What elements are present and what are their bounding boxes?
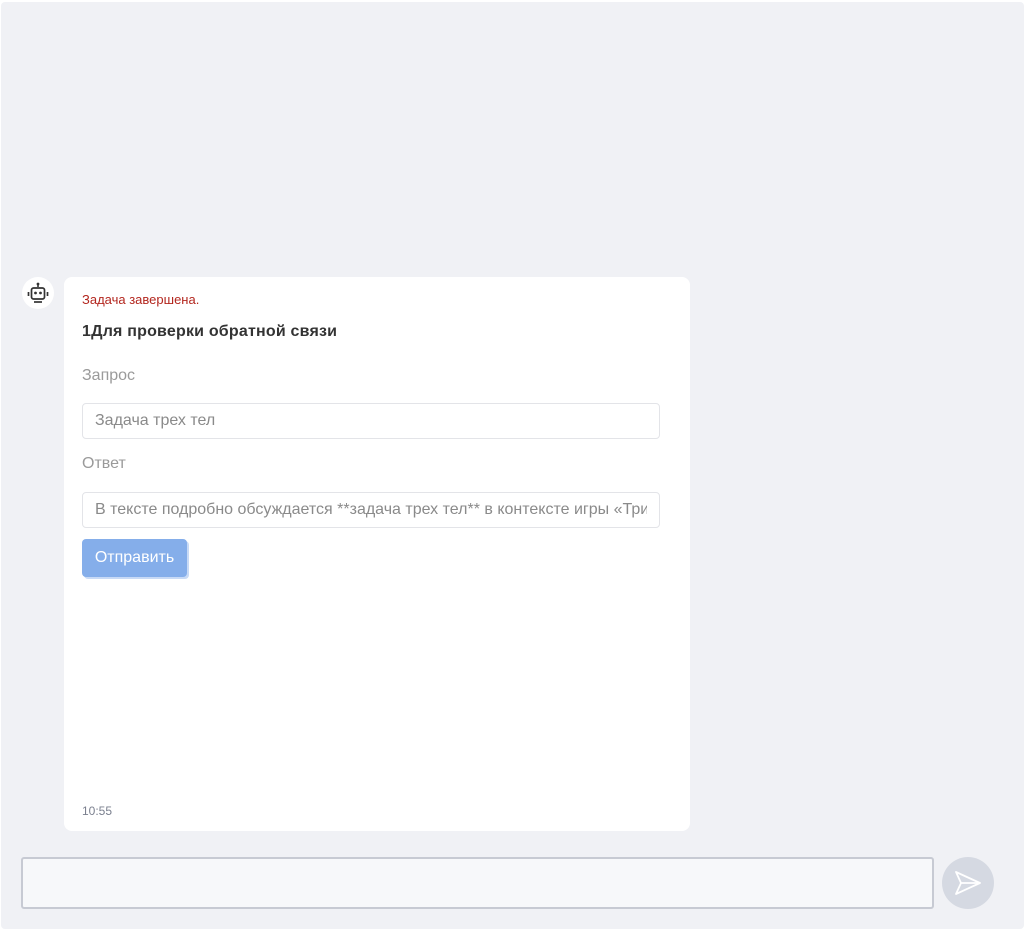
message-title: 1Для проверки обратной связи bbox=[82, 323, 338, 340]
query-input[interactable] bbox=[82, 403, 660, 439]
answer-label: Ответ bbox=[82, 455, 126, 472]
message-input[interactable] bbox=[21, 857, 934, 909]
task-status: Задача завершена. bbox=[82, 292, 200, 307]
send-button[interactable] bbox=[942, 857, 994, 909]
query-label: Запрос bbox=[82, 367, 136, 384]
message-timestamp: 10:55 bbox=[82, 804, 113, 818]
robot-icon bbox=[27, 282, 49, 303]
send-arrow-icon bbox=[955, 871, 981, 895]
chat-area: Задача завершена. 1Для проверки обратной… bbox=[1, 2, 1024, 929]
submit-button[interactable]: Отправить bbox=[82, 539, 187, 577]
answer-input[interactable] bbox=[82, 492, 660, 528]
bot-avatar bbox=[22, 277, 54, 309]
bot-message-bubble: Задача завершена. 1Для проверки обратной… bbox=[64, 277, 690, 831]
